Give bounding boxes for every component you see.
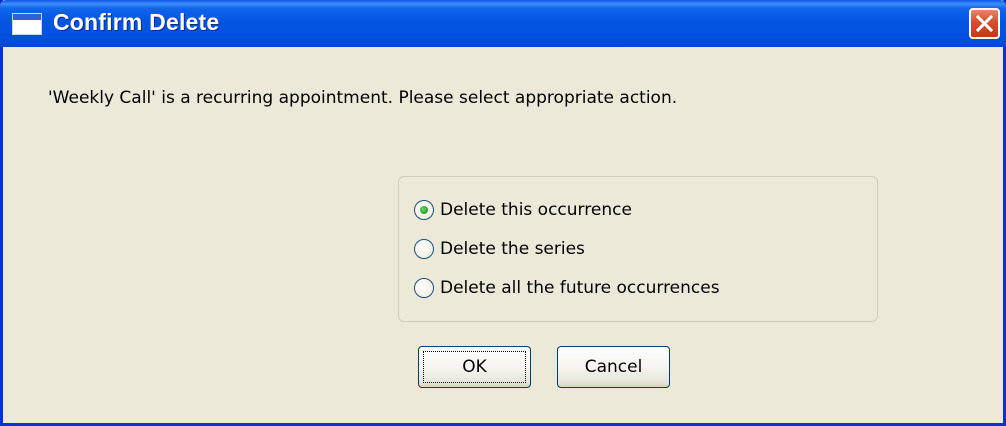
delete-options-group: Delete this occurrence Delete the series… bbox=[398, 176, 878, 322]
option-label: Delete all the future occurrences bbox=[440, 278, 720, 298]
cancel-button[interactable]: Cancel bbox=[557, 346, 670, 388]
window-icon bbox=[12, 13, 42, 35]
close-icon bbox=[975, 14, 994, 33]
radio-delete-occurrence[interactable] bbox=[414, 200, 434, 220]
close-button[interactable] bbox=[969, 8, 1000, 39]
window-title: Confirm Delete bbox=[53, 9, 220, 35]
radio-delete-future[interactable] bbox=[414, 278, 434, 298]
dialog-message: 'Weekly Call' is a recurring appointment… bbox=[48, 88, 678, 108]
option-label: Delete the series bbox=[440, 239, 585, 259]
radio-delete-series[interactable] bbox=[414, 239, 434, 259]
cancel-button-label: Cancel bbox=[584, 357, 643, 377]
option-label: Delete this occurrence bbox=[440, 200, 632, 220]
ok-button-label: OK bbox=[462, 357, 487, 377]
option-delete-occurrence[interactable]: Delete this occurrence bbox=[414, 197, 632, 223]
title-bar[interactable]: Confirm Delete bbox=[0, 0, 1006, 47]
ok-button[interactable]: OK bbox=[418, 346, 531, 388]
option-delete-future[interactable]: Delete all the future occurrences bbox=[414, 275, 720, 301]
confirm-delete-dialog: Confirm Delete 'Weekly Call' is a recurr… bbox=[0, 0, 1006, 426]
option-delete-series[interactable]: Delete the series bbox=[414, 236, 585, 262]
